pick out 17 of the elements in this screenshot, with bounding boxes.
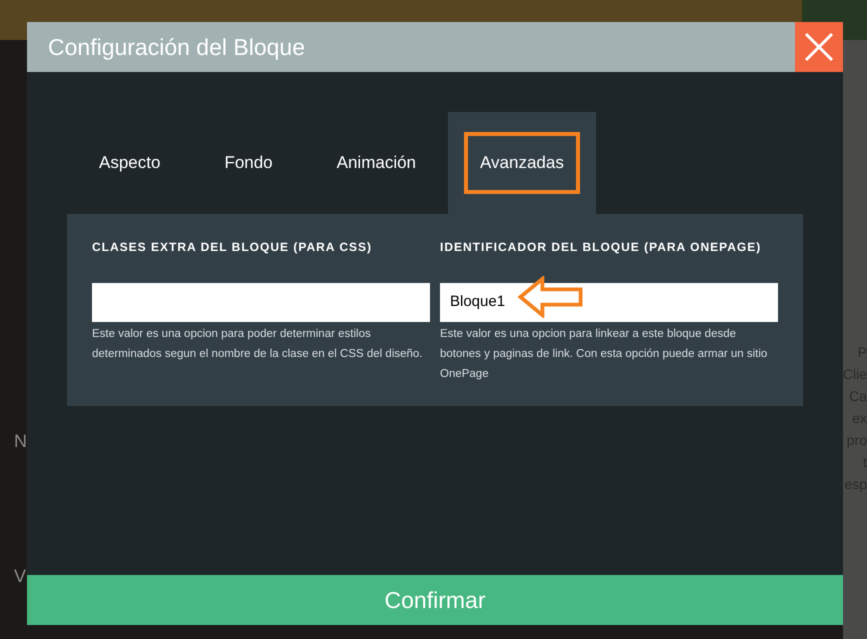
dialog-title: Configuración del Bloque [47,32,306,62]
tab[interactable]: Avanzadas [448,112,596,214]
field-label: CLASES EXTRA DEL BLOQUE (PARA CSS) [92,239,374,256]
help-text: Este valor es una opcion para linkear a este bloque desde botones y paginas de link. Con esta opción puede armar un sitio OnePage [440,327,768,382]
tab[interactable]: Animación [304,112,448,214]
text-field[interactable]: Bloque1 [440,283,778,322]
close-icon [804,32,834,62]
text-field[interactable] [92,283,430,322]
background-text: V [14,565,27,588]
tab-label: Aspecto [98,152,162,174]
help-text: Este valor es una opcion para poder determinar estilos determinados segun el nombre de la clase en el CSS del diseño. [92,327,424,362]
tab[interactable]: Aspecto [67,112,192,214]
tab[interactable]: Fondo [192,112,305,214]
tab-label: Animación [336,152,418,174]
tab-label: Fondo [223,152,274,174]
field-label: IDENTIFICADOR DEL BLOQUE (PARA ONEPAGE) [440,239,762,256]
background-text: N [14,430,27,453]
